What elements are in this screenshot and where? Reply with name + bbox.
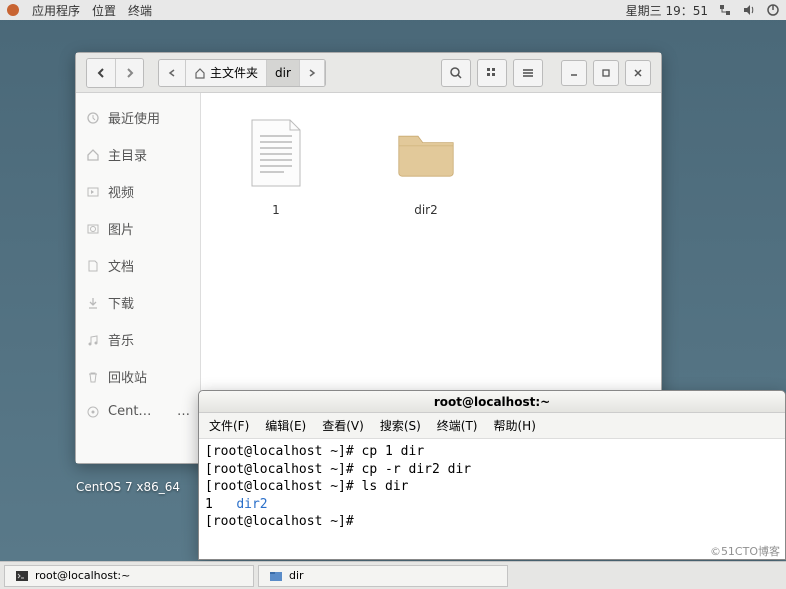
sidebar-item-label: 音乐 (108, 330, 134, 349)
file-text[interactable]: 1 (231, 113, 321, 217)
menu-applications[interactable]: 应用程序 (32, 2, 80, 19)
sidebar-item-documents[interactable]: 文档 (76, 247, 200, 284)
terminal-titlebar[interactable]: root@localhost:~ (199, 391, 785, 413)
network-icon[interactable] (718, 3, 732, 17)
sidebar-item-label: 视频 (108, 182, 134, 201)
pathbar-expand[interactable] (300, 60, 325, 86)
pathbar-toggle[interactable] (159, 60, 186, 86)
terminal-line: [root@localhost ~]# cp -r dir2 dir (205, 462, 471, 477)
maximize-button[interactable] (593, 60, 619, 86)
taskbar: root@localhost:~ dir (0, 561, 786, 589)
home-icon (194, 67, 206, 79)
sidebar-item-label: 下载 (108, 293, 134, 312)
sidebar-item-label: 主目录 (108, 145, 147, 164)
sidebar-item-label: 回收站 (108, 367, 147, 386)
terminal-body[interactable]: [root@localhost ~]# cp 1 dir [root@local… (199, 439, 785, 559)
sidebar-item-label: 图片 (108, 219, 134, 238)
terminal-menubar: 文件(F) 编辑(E) 查看(V) 搜索(S) 终端(T) 帮助(H) (199, 413, 785, 439)
top-panel: 应用程序 位置 终端 星期三 19：51 (0, 0, 786, 20)
terminal-window: root@localhost:~ 文件(F) 编辑(E) 查看(V) 搜索(S)… (198, 390, 786, 560)
sidebar: 最近使用 主目录 视频 图片 文档 下载 音乐 回收站 Cent…… (76, 93, 201, 463)
pathbar-current[interactable]: dir (267, 60, 300, 86)
folder-icon (269, 569, 283, 583)
taskbar-item-files[interactable]: dir (258, 565, 508, 587)
text-file-icon (244, 113, 308, 193)
forward-button[interactable] (115, 59, 143, 87)
menu-terminal[interactable]: 终端(T) (437, 417, 478, 434)
desktop-os-label: CentOS 7 x86_64 (76, 480, 180, 494)
clock[interactable]: 星期三 19：51 (626, 2, 708, 19)
power-icon[interactable] (766, 3, 780, 17)
menu-edit[interactable]: 编辑(E) (265, 417, 306, 434)
terminal-line: [root@localhost ~]# (205, 514, 362, 529)
watermark: ©51CTO博客 (710, 543, 780, 559)
sidebar-item-recent[interactable]: 最近使用 (76, 99, 200, 136)
file-label: dir2 (414, 203, 438, 217)
file-label: 1 (272, 203, 280, 217)
minimize-button[interactable] (561, 60, 587, 86)
terminal-icon (15, 569, 29, 583)
taskbar-item-terminal[interactable]: root@localhost:~ (4, 565, 254, 587)
terminal-line: 1 (205, 497, 236, 512)
terminal-line: [root@localhost ~]# ls dir (205, 479, 409, 494)
taskbar-item-label: root@localhost:~ (35, 569, 130, 582)
pathbar: 主文件夹 dir (158, 59, 326, 87)
sidebar-item-label: 文档 (108, 256, 134, 275)
back-button[interactable] (87, 59, 115, 87)
files-toolbar: 主文件夹 dir (76, 53, 661, 93)
menu-view[interactable]: 查看(V) (322, 417, 364, 434)
sidebar-item-media[interactable]: Cent…… (76, 395, 200, 428)
sidebar-item-pictures[interactable]: 图片 (76, 210, 200, 247)
pathbar-current-label: dir (275, 66, 291, 80)
folder-icon (394, 113, 458, 193)
menu-file[interactable]: 文件(F) (209, 417, 249, 434)
sidebar-item-trash[interactable]: 回收站 (76, 358, 200, 395)
file-folder[interactable]: dir2 (381, 113, 471, 217)
gnome-foot-icon (6, 3, 20, 17)
menu-terminal-shortcut[interactable]: 终端 (128, 2, 152, 19)
sidebar-item-downloads[interactable]: 下载 (76, 284, 200, 321)
taskbar-item-label: dir (289, 569, 304, 582)
sidebar-item-label: 最近使用 (108, 108, 160, 127)
close-button[interactable] (625, 60, 651, 86)
terminal-line: [root@localhost ~]# cp 1 dir (205, 444, 424, 459)
menu-places[interactable]: 位置 (92, 2, 116, 19)
menu-help[interactable]: 帮助(H) (494, 417, 536, 434)
pathbar-home-label: 主文件夹 (210, 64, 258, 81)
desktop: 主文件夹 dir (0, 20, 786, 561)
pathbar-home[interactable]: 主文件夹 (186, 60, 267, 86)
sidebar-item-videos[interactable]: 视频 (76, 173, 200, 210)
sidebar-item-music[interactable]: 音乐 (76, 321, 200, 358)
volume-icon[interactable] (742, 3, 756, 17)
terminal-dir: dir2 (236, 497, 267, 512)
hamburger-menu-button[interactable] (513, 59, 543, 87)
menu-search[interactable]: 搜索(S) (380, 417, 421, 434)
search-button[interactable] (441, 59, 471, 87)
sidebar-item-label: Cent… (108, 404, 151, 419)
sidebar-item-home[interactable]: 主目录 (76, 136, 200, 173)
view-list-button[interactable] (477, 59, 507, 87)
